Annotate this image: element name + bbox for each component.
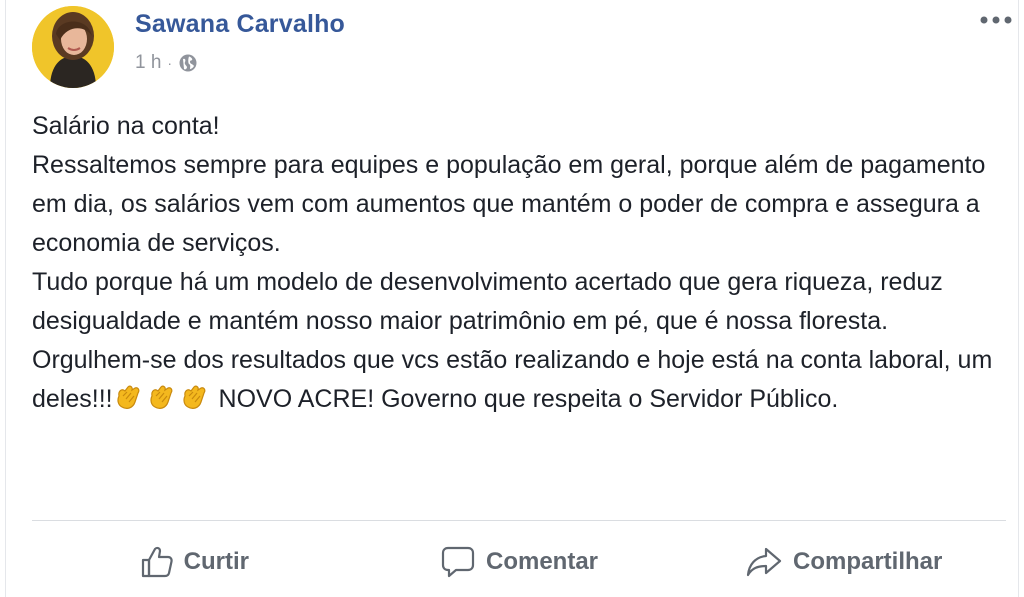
- globe-icon[interactable]: [178, 53, 198, 73]
- author-name[interactable]: Sawana Carvalho: [135, 10, 345, 39]
- thumbs-up-icon: [140, 545, 174, 579]
- post-actions-bar: Curtir Comentar Compartilhar: [32, 528, 1006, 596]
- facebook-post: Sawana Carvalho 1 h · Salário na conta! …: [5, 0, 1019, 597]
- author-avatar[interactable]: [32, 6, 114, 88]
- comment-label: Comentar: [485, 548, 599, 575]
- post-paragraph: Tudo porque há um modelo de desenvolvime…: [32, 268, 943, 335]
- share-button[interactable]: Compartilhar: [681, 534, 1006, 590]
- more-options-icon[interactable]: [978, 6, 1014, 34]
- like-button[interactable]: Curtir: [32, 534, 357, 590]
- post-meta: 1 h ·: [135, 52, 198, 74]
- post-closing-text: NOVO ACRE! Governo que respeita o Servid…: [211, 385, 839, 413]
- clapping-hands-icon: [113, 382, 143, 424]
- post-paragraph: Ressaltemos sempre para equipes e popula…: [32, 151, 986, 257]
- comment-bubble-icon: [440, 545, 476, 579]
- post-body: Salário na conta! Ressaltemos sempre par…: [32, 107, 1007, 424]
- post-timestamp[interactable]: 1 h: [135, 52, 161, 74]
- share-arrow-icon: [745, 545, 783, 579]
- meta-separator: ·: [167, 55, 173, 71]
- comment-button[interactable]: Comentar: [357, 534, 682, 590]
- clapping-hands-icon: [179, 382, 209, 424]
- post-paragraph-final: Orgulhem-se dos resultados que vcs estão…: [32, 341, 1007, 424]
- post-paragraph: Salário na conta!: [32, 112, 220, 140]
- clapping-hands-icon: [146, 382, 176, 424]
- share-label: Compartilhar: [793, 548, 943, 575]
- actions-divider: [32, 520, 1006, 521]
- like-label: Curtir: [183, 548, 249, 575]
